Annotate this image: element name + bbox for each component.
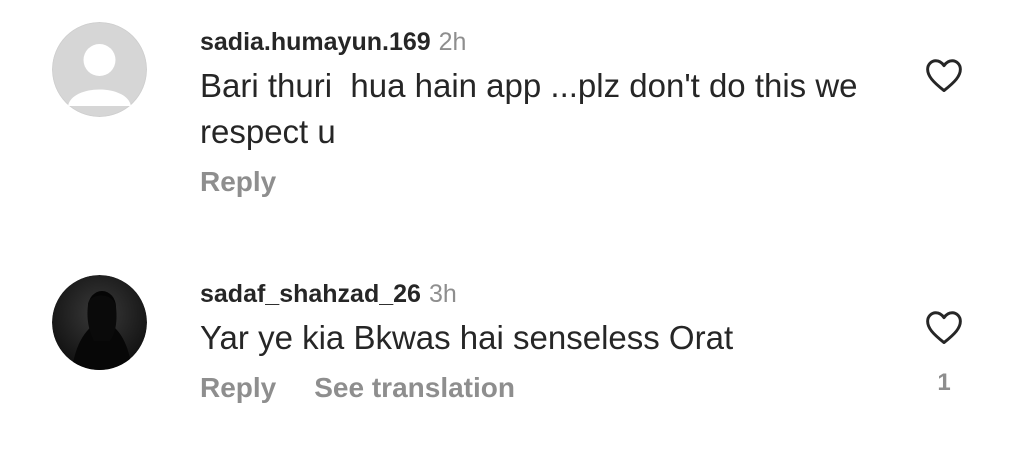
comment-body: sadia.humayun.169 2h Bari thuri hua hain … — [200, 27, 914, 199]
comment-text: Yar ye kia Bkwas hai senseless Orat — [200, 319, 734, 356]
avatar-svg — [52, 275, 147, 370]
see-translation-button[interactable]: See translation — [314, 372, 515, 403]
like-count: 1 — [937, 369, 951, 396]
default-user-avatar-icon[interactable] — [52, 22, 147, 117]
comment-body: sadaf_shahzad_26 3h Yar ye kia Bkwas hai … — [200, 279, 914, 405]
comment-timestamp: 2h — [438, 28, 467, 56]
comment-meta: sadaf_shahzad_26 3h — [200, 279, 914, 309]
like-control — [921, 57, 967, 93]
heart-outline-icon[interactable] — [921, 309, 967, 345]
reply-button[interactable]: Reply — [200, 166, 276, 197]
comment-actions: Reply See translation — [200, 371, 914, 405]
reply-button[interactable]: Reply — [200, 372, 276, 403]
heart-outline-icon[interactable] — [921, 57, 967, 93]
comment-username[interactable]: sadia.humayun.169 — [200, 28, 431, 56]
comment-username[interactable]: sadaf_shahzad_26 — [200, 280, 421, 308]
avatar-svg — [52, 22, 147, 117]
like-control: 1 — [921, 309, 967, 397]
silhouette-profile-avatar-icon[interactable] — [52, 275, 147, 370]
comment-timestamp: 3h — [428, 280, 457, 308]
comment-text: Bari thuri hua hain app ...plz don't do … — [200, 67, 867, 150]
comment-meta: sadia.humayun.169 2h — [200, 27, 914, 57]
comment-actions: Reply — [200, 165, 914, 199]
